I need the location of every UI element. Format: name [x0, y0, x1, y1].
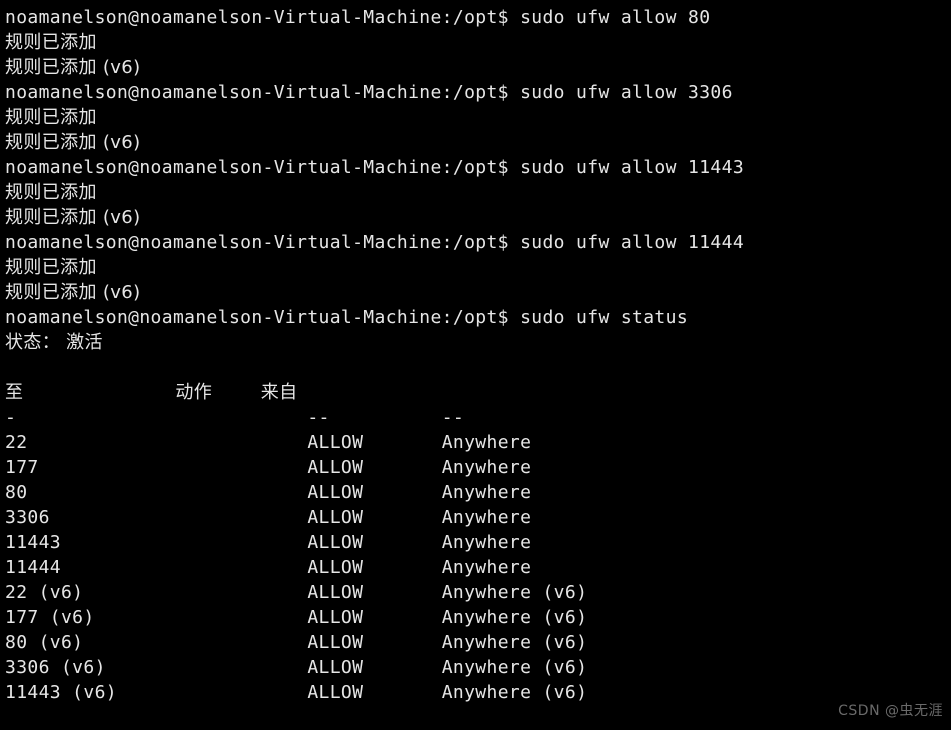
output-text: 规则已添加 (v6) [5, 57, 141, 78]
shell-command: sudo ufw allow 3306 [508, 82, 733, 103]
ufw-rule-row: 3306 ALLOW Anywhere [5, 505, 951, 530]
terminal-command-line: noamanelson@noamanelson-Virtual-Machine:… [5, 155, 951, 180]
shell-prompt: noamanelson@noamanelson-Virtual-Machine:… [5, 307, 509, 328]
terminal-command-line: noamanelson@noamanelson-Virtual-Machine:… [5, 305, 951, 330]
rule-source: Anywhere [441, 557, 532, 578]
output-text: 规则已添加 (v6) [5, 207, 141, 228]
rule-port: 3306 [5, 507, 308, 528]
output-text: 规则已添加 [5, 182, 97, 203]
separator-action: -- [307, 407, 442, 428]
rule-port: 11444 [5, 557, 308, 578]
rule-source: Anywhere [441, 482, 532, 503]
rule-source: Anywhere [441, 432, 532, 453]
ufw-table-header: 至 动作 来自 [5, 380, 951, 405]
ufw-rule-row: 80 (v6) ALLOW Anywhere (v6) [5, 630, 951, 655]
ufw-rule-row: 80 ALLOW Anywhere [5, 480, 951, 505]
rule-port: 177 (v6) [5, 607, 308, 628]
csdn-watermark: CSDN @虫无涯 [838, 703, 943, 719]
rule-port: 22 [5, 432, 308, 453]
rule-port: 22 (v6) [5, 582, 308, 603]
ufw-rule-row: 3306 (v6) ALLOW Anywhere (v6) [5, 655, 951, 680]
rule-action: ALLOW [307, 682, 442, 703]
shell-command: sudo ufw status [508, 307, 689, 328]
terminal-output-line: 规则已添加 [5, 180, 951, 205]
terminal-output-line: 规则已添加 (v6) [5, 130, 951, 155]
terminal-output-line: 规则已添加 [5, 105, 951, 130]
rule-action: ALLOW [307, 632, 442, 653]
rule-source: Anywhere (v6) [441, 607, 588, 628]
rule-source: Anywhere (v6) [441, 682, 588, 703]
rule-source: Anywhere [441, 457, 532, 478]
rule-action: ALLOW [307, 482, 442, 503]
terminal-command-line: noamanelson@noamanelson-Virtual-Machine:… [5, 5, 951, 30]
rule-action: ALLOW [307, 457, 442, 478]
column-header-to: 至 [5, 382, 176, 403]
ufw-rule-row: 11443 ALLOW Anywhere [5, 530, 951, 555]
rule-source: Anywhere (v6) [441, 632, 588, 653]
column-header-from: 来自 [260, 382, 298, 403]
shell-command: sudo ufw allow 11444 [508, 232, 745, 253]
output-text: 规则已添加 (v6) [5, 282, 141, 303]
terminal-output-line: 规则已添加 (v6) [5, 55, 951, 80]
rule-source: Anywhere [441, 532, 532, 553]
rule-action: ALLOW [307, 532, 442, 553]
separator-to: - [5, 407, 308, 428]
output-text: 规则已添加 [5, 32, 97, 53]
shell-prompt: noamanelson@noamanelson-Virtual-Machine:… [5, 232, 509, 253]
ufw-rule-row: 11444 ALLOW Anywhere [5, 555, 951, 580]
terminal-output-line: 规则已添加 (v6) [5, 205, 951, 230]
rule-port: 80 [5, 482, 308, 503]
terminal-output-line: 规则已添加 [5, 30, 951, 55]
output-text: 规则已添加 (v6) [5, 132, 141, 153]
ufw-rule-row: 11443 (v6) ALLOW Anywhere (v6) [5, 680, 951, 705]
shell-prompt: noamanelson@noamanelson-Virtual-Machine:… [5, 82, 509, 103]
rule-source: Anywhere [441, 507, 532, 528]
rule-action: ALLOW [307, 607, 442, 628]
terminal-output-line: 规则已添加 [5, 255, 951, 280]
rule-action: ALLOW [307, 507, 442, 528]
ufw-rule-row: 177 (v6) ALLOW Anywhere (v6) [5, 605, 951, 630]
rule-port: 3306 (v6) [5, 657, 308, 678]
terminal-output-line: 状态： 激活 [5, 330, 951, 355]
rule-port: 11443 (v6) [5, 682, 308, 703]
rule-port: 177 [5, 457, 308, 478]
rule-source: Anywhere (v6) [441, 657, 588, 678]
shell-prompt: noamanelson@noamanelson-Virtual-Machine:… [5, 157, 509, 178]
shell-command: sudo ufw allow 11443 [508, 157, 745, 178]
ufw-rule-row: 22 (v6) ALLOW Anywhere (v6) [5, 580, 951, 605]
terminal-window[interactable]: noamanelson@noamanelson-Virtual-Machine:… [0, 0, 951, 730]
rule-port: 11443 [5, 532, 308, 553]
output-text: 规则已添加 [5, 257, 97, 278]
output-text: 状态： 激活 [5, 332, 103, 353]
ufw-rule-row: 22 ALLOW Anywhere [5, 430, 951, 455]
output-text: 规则已添加 [5, 107, 97, 128]
rule-action: ALLOW [307, 582, 442, 603]
rule-action: ALLOW [307, 432, 442, 453]
rule-source: Anywhere (v6) [441, 582, 588, 603]
rule-action: ALLOW [307, 557, 442, 578]
terminal-command-line: noamanelson@noamanelson-Virtual-Machine:… [5, 80, 951, 105]
rule-action: ALLOW [307, 657, 442, 678]
shell-command: sudo ufw allow 80 [508, 7, 711, 28]
terminal-command-line: noamanelson@noamanelson-Virtual-Machine:… [5, 230, 951, 255]
terminal-output-area[interactable]: noamanelson@noamanelson-Virtual-Machine:… [5, 5, 951, 705]
ufw-rule-row: 177 ALLOW Anywhere [5, 455, 951, 480]
column-header-action: 动作 [175, 382, 261, 403]
rule-port: 80 (v6) [5, 632, 308, 653]
ufw-table-separator: - -- -- [5, 405, 951, 430]
shell-prompt: noamanelson@noamanelson-Virtual-Machine:… [5, 7, 509, 28]
separator-from: -- [441, 407, 465, 428]
terminal-output-line: 规则已添加 (v6) [5, 280, 951, 305]
